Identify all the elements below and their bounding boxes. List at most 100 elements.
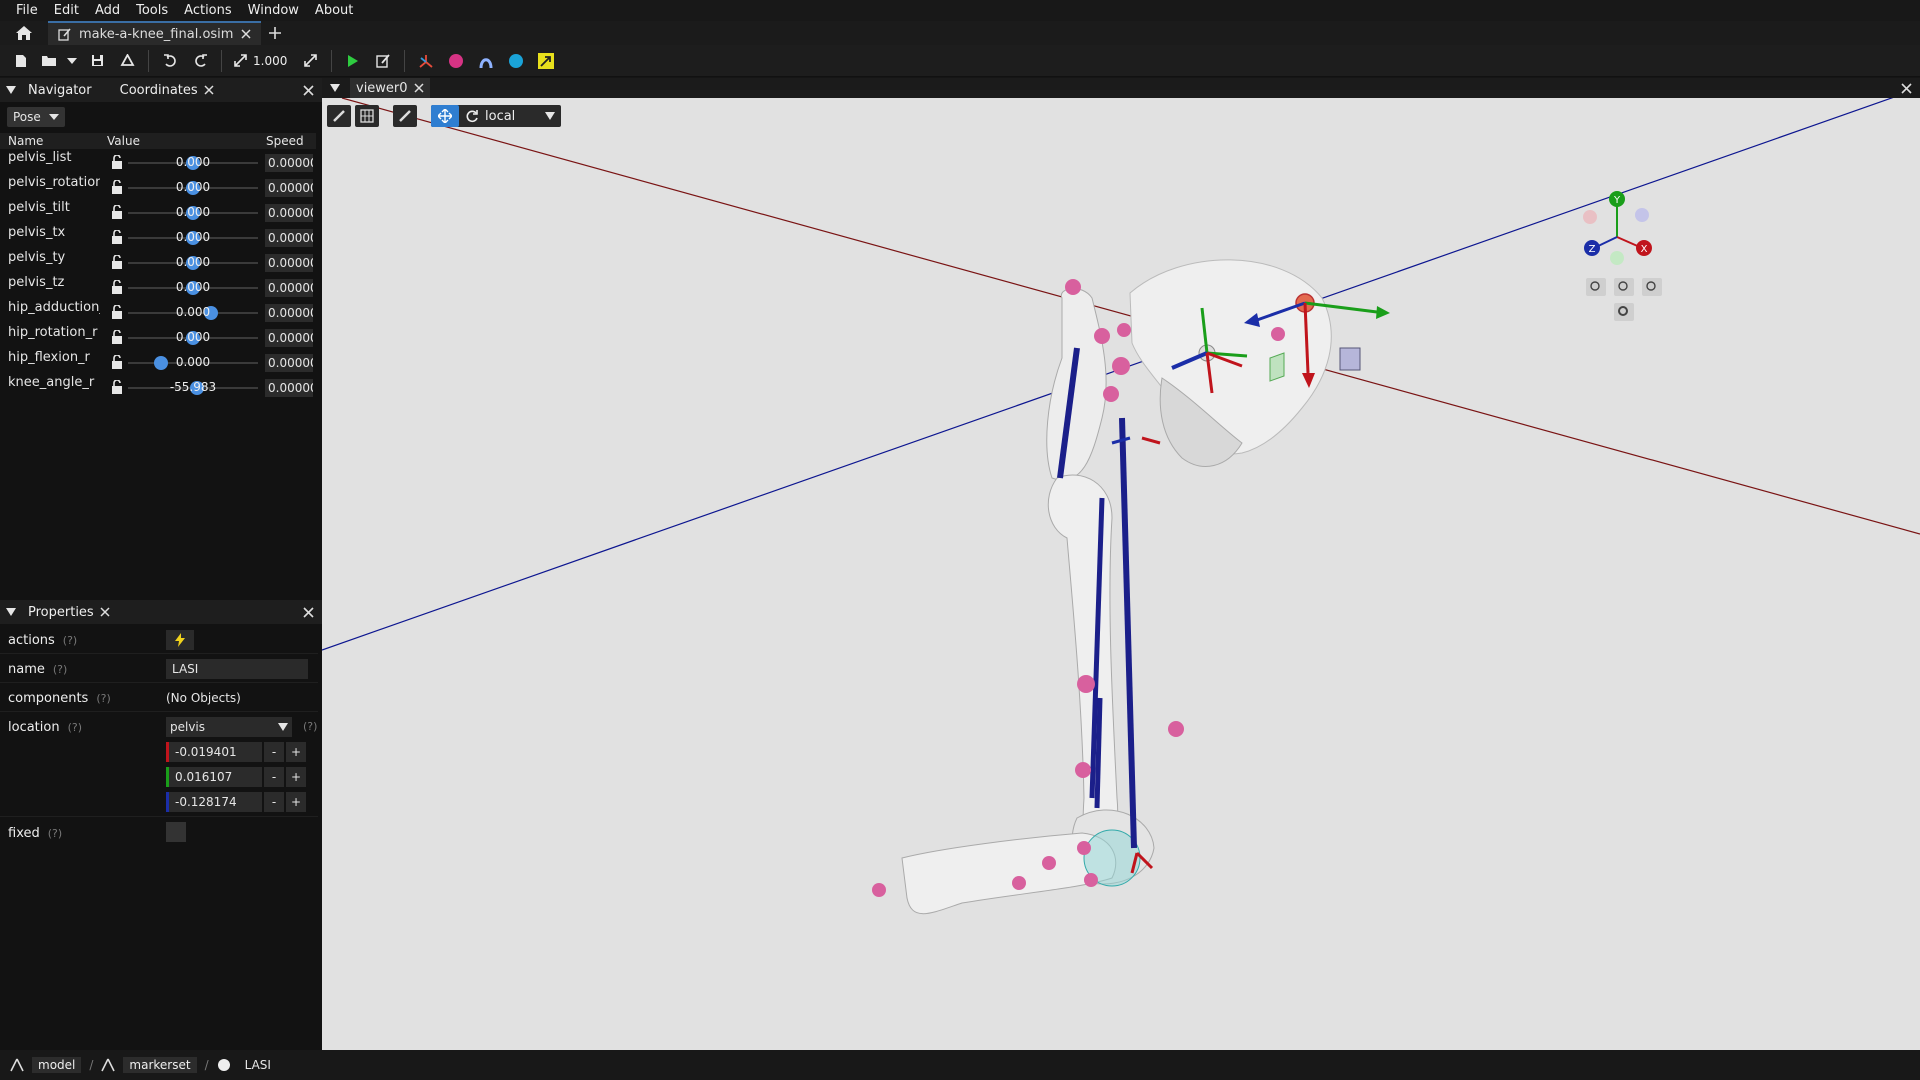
lock-icon[interactable]: [111, 329, 123, 348]
coordinate-speed-input[interactable]: 0.00000: [265, 379, 313, 397]
home-tab[interactable]: [0, 21, 48, 45]
coordinate-value-slider[interactable]: 0.000: [128, 230, 258, 246]
coordinate-value-slider[interactable]: 0.000: [128, 280, 258, 296]
marker[interactable]: [1077, 675, 1095, 693]
location-x-decrement[interactable]: -: [264, 742, 284, 762]
coordinate-speed-input[interactable]: 0.00000: [265, 229, 313, 247]
3d-scene-viewport[interactable]: Y X Z: [322, 98, 1920, 1050]
menu-add[interactable]: Add: [87, 0, 128, 21]
coordinate-value-slider[interactable]: 0.000: [128, 330, 258, 346]
scene-visibility-button[interactable]: [355, 105, 379, 127]
lock-icon[interactable]: [111, 354, 123, 373]
add-marker-button[interactable]: [443, 49, 469, 73]
fixed-checkbox[interactable]: [166, 822, 186, 842]
autozoom-button[interactable]: [1642, 278, 1662, 296]
simulate-button[interactable]: [340, 49, 366, 73]
marker[interactable]: [1012, 876, 1026, 890]
marker[interactable]: [1042, 856, 1056, 870]
open-file-button[interactable]: [38, 49, 60, 73]
coordinate-value-slider[interactable]: 0.000: [128, 180, 258, 196]
location-z-input[interactable]: -0.128174: [166, 792, 262, 812]
help-marker[interactable]: (?): [48, 827, 62, 840]
marker[interactable]: [872, 883, 886, 897]
marker[interactable]: [1065, 279, 1081, 295]
location-z-decrement[interactable]: -: [264, 792, 284, 812]
tab-viewer0[interactable]: viewer0: [350, 78, 430, 98]
close-icon[interactable]: [100, 607, 110, 617]
ruler-button[interactable]: [327, 105, 351, 127]
menu-window[interactable]: Window: [240, 0, 307, 21]
coordinate-speed-input[interactable]: 0.00000: [265, 179, 313, 197]
reload-button[interactable]: [114, 49, 140, 73]
marker[interactable]: [1112, 357, 1130, 375]
tab-coordinates[interactable]: Coordinates: [120, 83, 214, 98]
location-x-increment[interactable]: +: [286, 742, 306, 762]
save-button[interactable]: [84, 49, 110, 73]
coordinate-value-slider[interactable]: 0.000: [128, 255, 258, 271]
marker[interactable]: [1084, 873, 1098, 887]
coordinate-speed-input[interactable]: 0.00000: [265, 354, 313, 372]
help-marker[interactable]: (?): [53, 663, 67, 676]
pose-dropdown[interactable]: Pose: [7, 107, 65, 127]
lock-icon[interactable]: [111, 304, 123, 323]
scale-factor-button[interactable]: 1.000: [230, 49, 293, 73]
coordinate-speed-input[interactable]: 0.00000: [265, 304, 313, 322]
location-z-increment[interactable]: +: [286, 792, 306, 812]
marker[interactable]: [1094, 328, 1110, 344]
tab-navigator[interactable]: Navigator: [28, 83, 92, 98]
lock-icon[interactable]: [111, 379, 123, 398]
marker[interactable]: [1103, 386, 1119, 402]
coordinate-value-slider[interactable]: 0.000: [128, 205, 258, 221]
marker[interactable]: [1075, 762, 1091, 778]
location-y-increment[interactable]: +: [286, 767, 306, 787]
lock-icon[interactable]: [111, 254, 123, 273]
add-body-button[interactable]: [413, 49, 439, 73]
coordinate-speed-input[interactable]: 0.00000: [265, 279, 313, 297]
coordinate-speed-input[interactable]: 0.00000: [265, 154, 313, 172]
menu-edit[interactable]: Edit: [46, 0, 87, 21]
help-marker[interactable]: (?): [303, 720, 317, 733]
rotate-icon[interactable]: [465, 109, 479, 123]
coordinate-value-slider[interactable]: 0.000: [128, 305, 258, 321]
breadcrumb-markerset[interactable]: markerset: [123, 1057, 197, 1073]
marker[interactable]: [1117, 323, 1131, 337]
collapse-triangle-icon[interactable]: [330, 84, 340, 92]
redo-button[interactable]: [187, 49, 213, 73]
coordinate-value-slider[interactable]: 0.000: [128, 155, 258, 171]
close-panel-icon[interactable]: [1901, 82, 1912, 94]
close-panel-icon[interactable]: [303, 84, 314, 96]
close-panel-icon[interactable]: [303, 606, 314, 618]
marker[interactable]: [1271, 327, 1285, 341]
new-file-button[interactable]: [8, 49, 34, 73]
close-icon[interactable]: [241, 29, 251, 39]
edit-sim-params-button[interactable]: [370, 49, 396, 73]
collapse-triangle-icon[interactable]: [6, 86, 16, 94]
close-icon[interactable]: [204, 85, 214, 95]
coordinate-value-slider[interactable]: 0.000: [128, 355, 258, 371]
measure-button[interactable]: [393, 105, 417, 127]
autoscale-button[interactable]: [297, 49, 323, 73]
lock-icon[interactable]: [111, 279, 123, 298]
collapse-triangle-icon[interactable]: [6, 608, 16, 616]
tab-properties[interactable]: Properties: [28, 605, 110, 620]
lock-icon[interactable]: [111, 154, 123, 173]
help-marker[interactable]: (?): [68, 721, 82, 734]
name-input[interactable]: LASI: [166, 659, 308, 679]
location-x-input[interactable]: -0.019401: [166, 742, 262, 762]
coordinate-speed-input[interactable]: 0.00000: [265, 204, 313, 222]
add-muscle-button[interactable]: [473, 49, 499, 73]
actions-button[interactable]: [166, 630, 194, 650]
menu-tools[interactable]: Tools: [128, 0, 176, 21]
coordinate-speed-input[interactable]: 0.00000: [265, 254, 313, 272]
menu-actions[interactable]: Actions: [176, 0, 240, 21]
chevron-down-icon[interactable]: [545, 112, 555, 120]
menu-file[interactable]: File: [8, 0, 46, 21]
marker[interactable]: [1077, 841, 1091, 855]
menu-about[interactable]: About: [307, 0, 361, 21]
marker[interactable]: [1168, 721, 1184, 737]
new-tab-button[interactable]: [261, 21, 289, 45]
help-marker[interactable]: (?): [63, 634, 77, 647]
undo-button[interactable]: [157, 49, 183, 73]
location-y-decrement[interactable]: -: [264, 767, 284, 787]
zoom-out-button[interactable]: [1586, 278, 1606, 296]
